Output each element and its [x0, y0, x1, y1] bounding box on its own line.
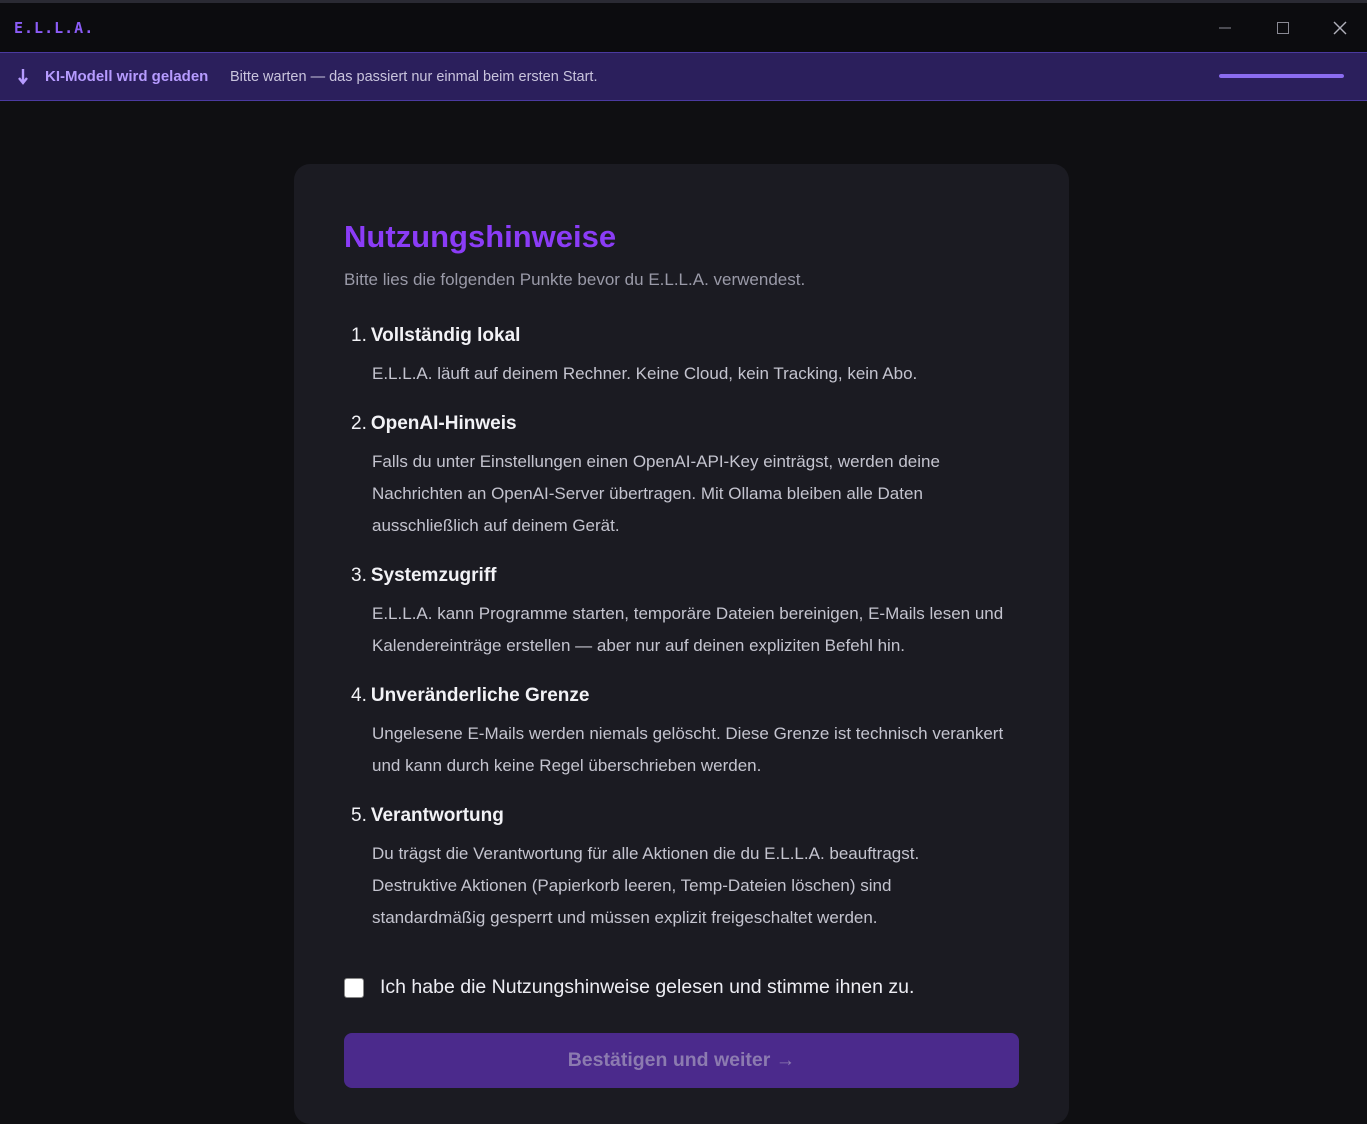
terms-item-text: Falls du unter Einstellungen einen OpenA…	[372, 452, 940, 535]
terms-item-number: 4.	[351, 685, 367, 706]
terms-item-title-text: Verantwortung	[370, 805, 504, 826]
terms-item-text: Ungelesene E-Mails werden niemals gelösc…	[372, 724, 1004, 775]
terms-item-title: 1. Vollständig lokal	[351, 325, 520, 347]
terms-item-title: 2. OpenAI-Hinweis	[351, 413, 517, 435]
terms-item-title: 3. Systemzugriff	[351, 565, 497, 587]
download-arrow-icon	[16, 68, 30, 91]
minimize-button[interactable]	[1205, 13, 1245, 43]
terms-item-text: E.L.L.A. läuft auf deinem Rechner. Keine…	[372, 364, 918, 383]
banner-title: KI-Modell wird geladen	[45, 68, 209, 85]
minimize-icon	[1219, 27, 1231, 29]
terms-item-title-text: Systemzugriff	[370, 565, 497, 586]
terms-item-number: 2.	[351, 413, 367, 434]
terms-item-title-text: Unveränderliche Grenze	[370, 685, 590, 706]
agree-row[interactable]: Ich habe die Nutzungshinweise gelesen un…	[344, 976, 914, 999]
app-title: E.L.L.A.	[14, 19, 95, 37]
terms-item-number: 1.	[351, 325, 367, 346]
confirm-button[interactable]: Bestätigen und weiter →	[344, 1033, 1019, 1088]
agree-label[interactable]: Ich habe die Nutzungshinweise gelesen un…	[380, 976, 914, 999]
terms-item-text: E.L.L.A. kann Programme starten, temporä…	[372, 604, 1004, 655]
close-icon	[1333, 21, 1347, 35]
page-subtitle: Bitte lies die folgenden Punkte bevor du…	[344, 270, 806, 289]
maximize-icon	[1277, 22, 1289, 34]
terms-item-title: 5. Verantwortung	[351, 805, 504, 827]
terms-item-title: 4. Unveränderliche Grenze	[351, 685, 589, 707]
terms-item-number: 3.	[351, 565, 367, 586]
banner-text: Bitte warten — das passiert nur einmal b…	[230, 69, 598, 85]
close-button[interactable]	[1320, 13, 1360, 43]
terms-card: Nutzungshinweise Bitte lies die folgende…	[294, 164, 1069, 1124]
terms-item-text: Du trägst die Verantwortung für alle Akt…	[372, 844, 920, 927]
terms-item-title-text: OpenAI-Hinweis	[370, 413, 517, 434]
terms-item-title-text: Vollständig lokal	[370, 325, 521, 346]
maximize-button[interactable]	[1263, 13, 1303, 43]
loading-progress-bar	[1219, 74, 1344, 78]
page-title: Nutzungshinweise	[344, 219, 617, 254]
terms-item-number: 5.	[351, 805, 367, 826]
title-bar: E.L.L.A.	[0, 0, 1367, 52]
model-loading-banner: KI-Modell wird geladen Bitte warten — da…	[0, 52, 1367, 101]
agree-checkbox[interactable]	[344, 977, 364, 998]
loading-progress-fill	[1219, 74, 1344, 78]
